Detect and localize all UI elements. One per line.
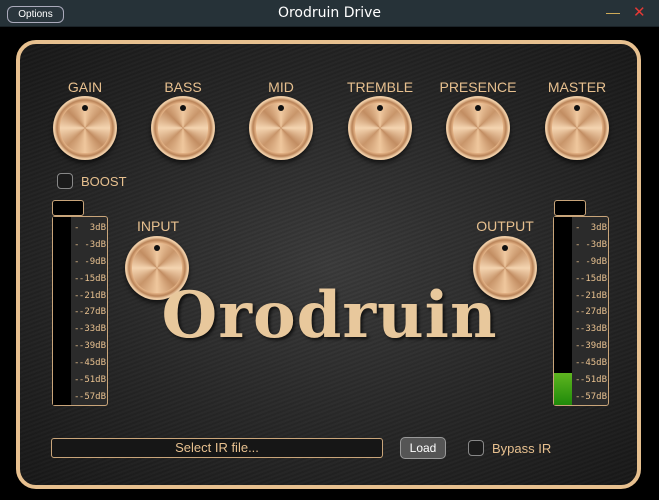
meter-tick-label: 3dB	[73, 220, 107, 237]
output-label: OUTPUT	[476, 218, 534, 234]
bass-label: BASS	[164, 79, 202, 95]
meter-tick-label: -45dB	[73, 355, 107, 372]
minimize-icon[interactable]: —	[606, 4, 620, 20]
knob-indicator	[180, 105, 186, 111]
output-meter-fill	[554, 373, 572, 405]
presence-knob[interactable]	[446, 96, 510, 160]
mid-knob[interactable]	[249, 96, 313, 160]
meter-tick-label: -51dB	[73, 372, 107, 389]
master-knob[interactable]	[545, 96, 609, 160]
knob-indicator	[502, 245, 508, 251]
tremble-label: TREMBLE	[346, 79, 414, 95]
ir-file-field[interactable]: Select IR file...	[51, 438, 383, 458]
meter-tick-label: -9dB	[574, 254, 608, 271]
input-label: INPUT	[137, 218, 179, 234]
knob-indicator	[82, 105, 88, 111]
meter-tick-label: -57dB	[73, 389, 107, 406]
mid-label: MID	[268, 79, 294, 95]
meter-tick-label: -45dB	[574, 355, 608, 372]
knob-indicator	[377, 105, 383, 111]
input-peak-display	[52, 200, 84, 216]
gain-knob[interactable]	[53, 96, 117, 160]
title-bar: Options Orodruin Drive — ✕	[0, 0, 659, 27]
window-title: Orodruin Drive	[277, 5, 382, 21]
knob-indicator	[574, 105, 580, 111]
bypass-ir-checkbox[interactable]	[468, 440, 484, 456]
meter-tick-label: -3dB	[574, 237, 608, 254]
meter-tick-label: -3dB	[73, 237, 107, 254]
gain-label: GAIN	[67, 79, 103, 95]
output-peak-display	[554, 200, 586, 216]
bypass-ir-label: Bypass IR	[492, 441, 552, 456]
knob-indicator	[278, 105, 284, 111]
orodruin-logo: Orodruin	[161, 278, 498, 353]
tremble-knob[interactable]	[348, 96, 412, 160]
meter-tick-label: 3dB	[574, 220, 608, 237]
master-label: MASTER	[547, 79, 607, 95]
load-button[interactable]: Load	[400, 437, 446, 459]
knob-indicator	[154, 245, 160, 251]
boost-checkbox[interactable]	[57, 173, 73, 189]
bass-knob[interactable]	[151, 96, 215, 160]
close-icon[interactable]: ✕	[633, 3, 646, 21]
meter-tick-label: -57dB	[574, 389, 608, 406]
presence-label: PRESENCE	[439, 79, 517, 95]
meter-tick-label: -51dB	[574, 372, 608, 389]
boost-label: BOOST	[81, 174, 127, 189]
options-button[interactable]: Options	[7, 6, 64, 23]
knob-indicator	[475, 105, 481, 111]
meter-tick-label: -9dB	[73, 254, 107, 271]
